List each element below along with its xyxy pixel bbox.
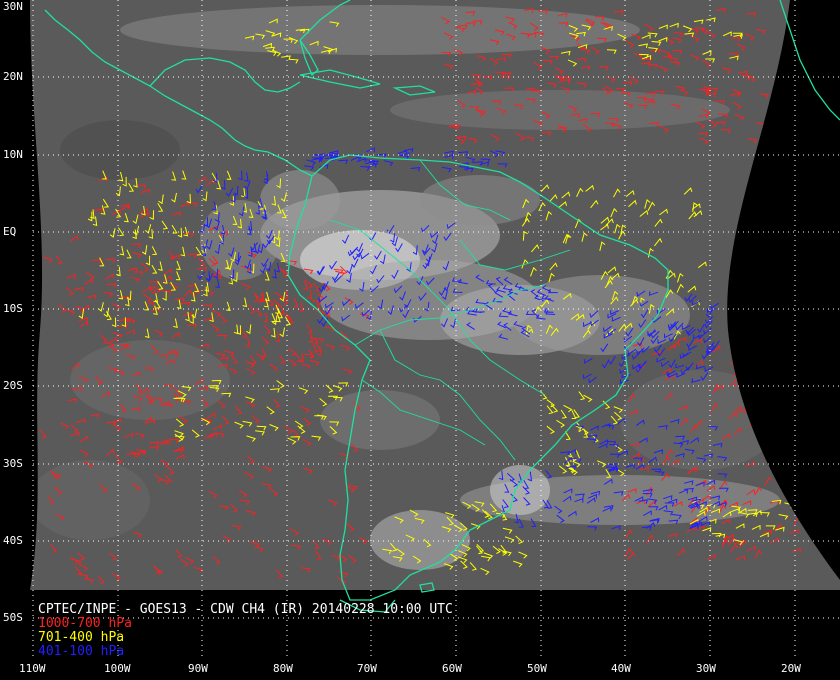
lon-label: 100W: [104, 662, 131, 675]
lat-label: 20N: [3, 70, 23, 83]
lon-label: 60W: [442, 662, 462, 675]
lat-label: 10S: [3, 302, 23, 315]
lat-label: 30S: [3, 457, 23, 470]
cloud-patch: [30, 460, 150, 540]
legend-high-level: 401-100 hPa: [38, 644, 125, 659]
caption-title: CPTEC/INPE - GOES13 - CDW CH4 (IR) 20140…: [38, 602, 453, 617]
lat-label: 40S: [3, 534, 23, 547]
lon-label: 20W: [781, 662, 801, 675]
lat-label: 50S: [3, 611, 23, 624]
lat-label: EQ: [3, 225, 17, 238]
lon-label: 50W: [527, 662, 547, 675]
lon-label: 90W: [188, 662, 208, 675]
cloud-patch: [320, 390, 440, 450]
lon-label: 110W: [19, 662, 46, 675]
cloud-patch: [120, 5, 640, 55]
lon-label: 70W: [357, 662, 377, 675]
cloud-patch: [260, 170, 340, 230]
legend-mid-level: 701-400 hPa: [38, 630, 125, 645]
lon-label: 80W: [273, 662, 293, 675]
cloud-patch: [60, 120, 180, 180]
lat-label: 30N: [3, 0, 23, 13]
cloud-patch: [390, 90, 730, 130]
lon-label: 30W: [696, 662, 716, 675]
legend-low-level: 1000-700 hPa: [38, 616, 132, 631]
lat-label: 10N: [3, 148, 23, 161]
satellite-wind-map: [0, 0, 840, 680]
cloud-patch: [70, 340, 230, 420]
lat-label: 20S: [3, 379, 23, 392]
map-caption: CPTEC/INPE - GOES13 - CDW CH4 (IR) 20140…: [38, 603, 453, 659]
lon-label: 40W: [611, 662, 631, 675]
